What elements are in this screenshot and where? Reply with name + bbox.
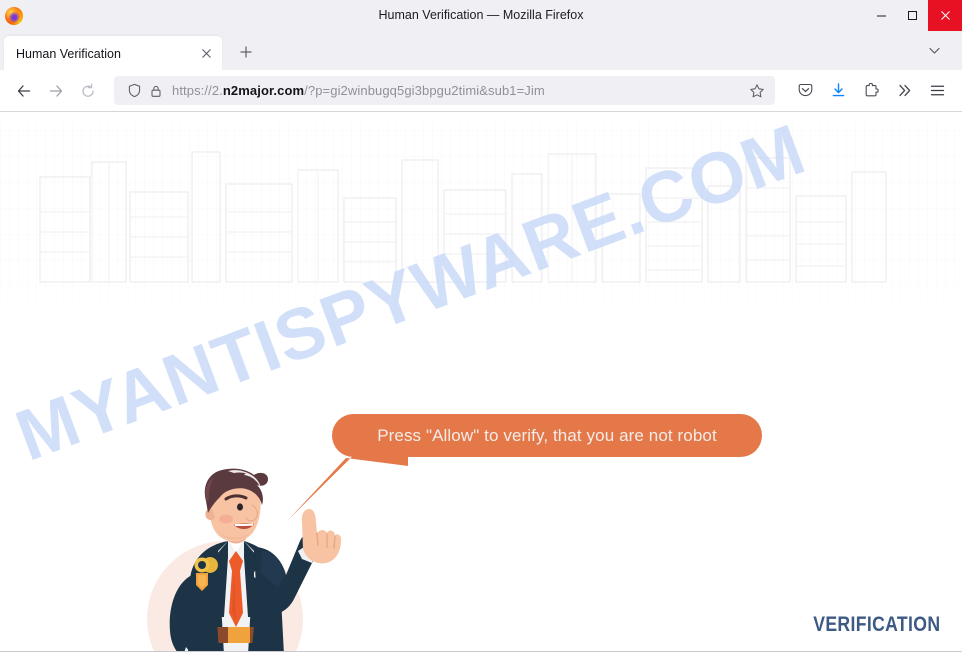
url-subdomain: 2. bbox=[211, 83, 223, 98]
speech-bubble-text: Press "Allow" to verify, that you are no… bbox=[377, 425, 717, 445]
page-content: MYANTISPYWARE.COM Press "Allow" to verif… bbox=[0, 112, 962, 652]
shield-icon[interactable] bbox=[124, 81, 144, 101]
plus-icon[interactable] bbox=[232, 38, 260, 66]
url-text[interactable]: https://2.n2major.com/?p=gi2winbugq5gi3b… bbox=[172, 83, 743, 98]
maximize-icon[interactable] bbox=[897, 0, 928, 31]
url-scheme: https:// bbox=[172, 83, 212, 98]
star-icon[interactable] bbox=[745, 79, 769, 103]
tab-human-verification[interactable]: Human Verification bbox=[4, 36, 222, 71]
verification-logo: VERIFICATION bbox=[812, 613, 940, 636]
close-icon[interactable] bbox=[196, 44, 216, 64]
lock-icon[interactable] bbox=[146, 81, 166, 101]
browser-window: Human Verification — Mozilla Firefox Hum… bbox=[0, 0, 962, 652]
url-path: /?p=gi2winbugq5gi3bpgu2timi&sub1=Jim bbox=[304, 83, 545, 98]
navigation-toolbar: https://2.n2major.com/?p=gi2winbugq5gi3b… bbox=[0, 70, 962, 112]
puzzle-icon[interactable] bbox=[855, 76, 888, 106]
security-officer-illustration bbox=[147, 468, 342, 651]
reload-icon[interactable] bbox=[72, 76, 104, 106]
url-bar[interactable]: https://2.n2major.com/?p=gi2winbugq5gi3b… bbox=[114, 76, 775, 105]
chevron-down-icon[interactable] bbox=[922, 38, 946, 62]
title-bar: Human Verification — Mozilla Firefox bbox=[0, 0, 962, 31]
window-title: Human Verification — Mozilla Firefox bbox=[378, 8, 584, 22]
arrow-left-icon[interactable] bbox=[8, 76, 40, 106]
background-skyline-illustration bbox=[39, 151, 887, 283]
hamburger-menu-icon[interactable] bbox=[921, 76, 954, 106]
url-host: n2major.com bbox=[222, 83, 305, 98]
pocket-icon[interactable] bbox=[789, 76, 822, 106]
window-controls bbox=[866, 0, 962, 31]
chevrons-right-icon[interactable] bbox=[888, 76, 921, 106]
download-icon[interactable] bbox=[822, 76, 855, 106]
firefox-logo-icon bbox=[5, 6, 23, 25]
minimize-icon[interactable] bbox=[866, 0, 897, 31]
arrow-right-icon[interactable] bbox=[40, 76, 72, 106]
tab-strip: Human Verification bbox=[0, 31, 962, 71]
close-icon[interactable] bbox=[928, 0, 962, 31]
toolbar-actions bbox=[789, 76, 954, 106]
tab-label: Human Verification bbox=[16, 46, 121, 61]
speech-bubble: Press "Allow" to verify, that you are no… bbox=[332, 414, 762, 457]
